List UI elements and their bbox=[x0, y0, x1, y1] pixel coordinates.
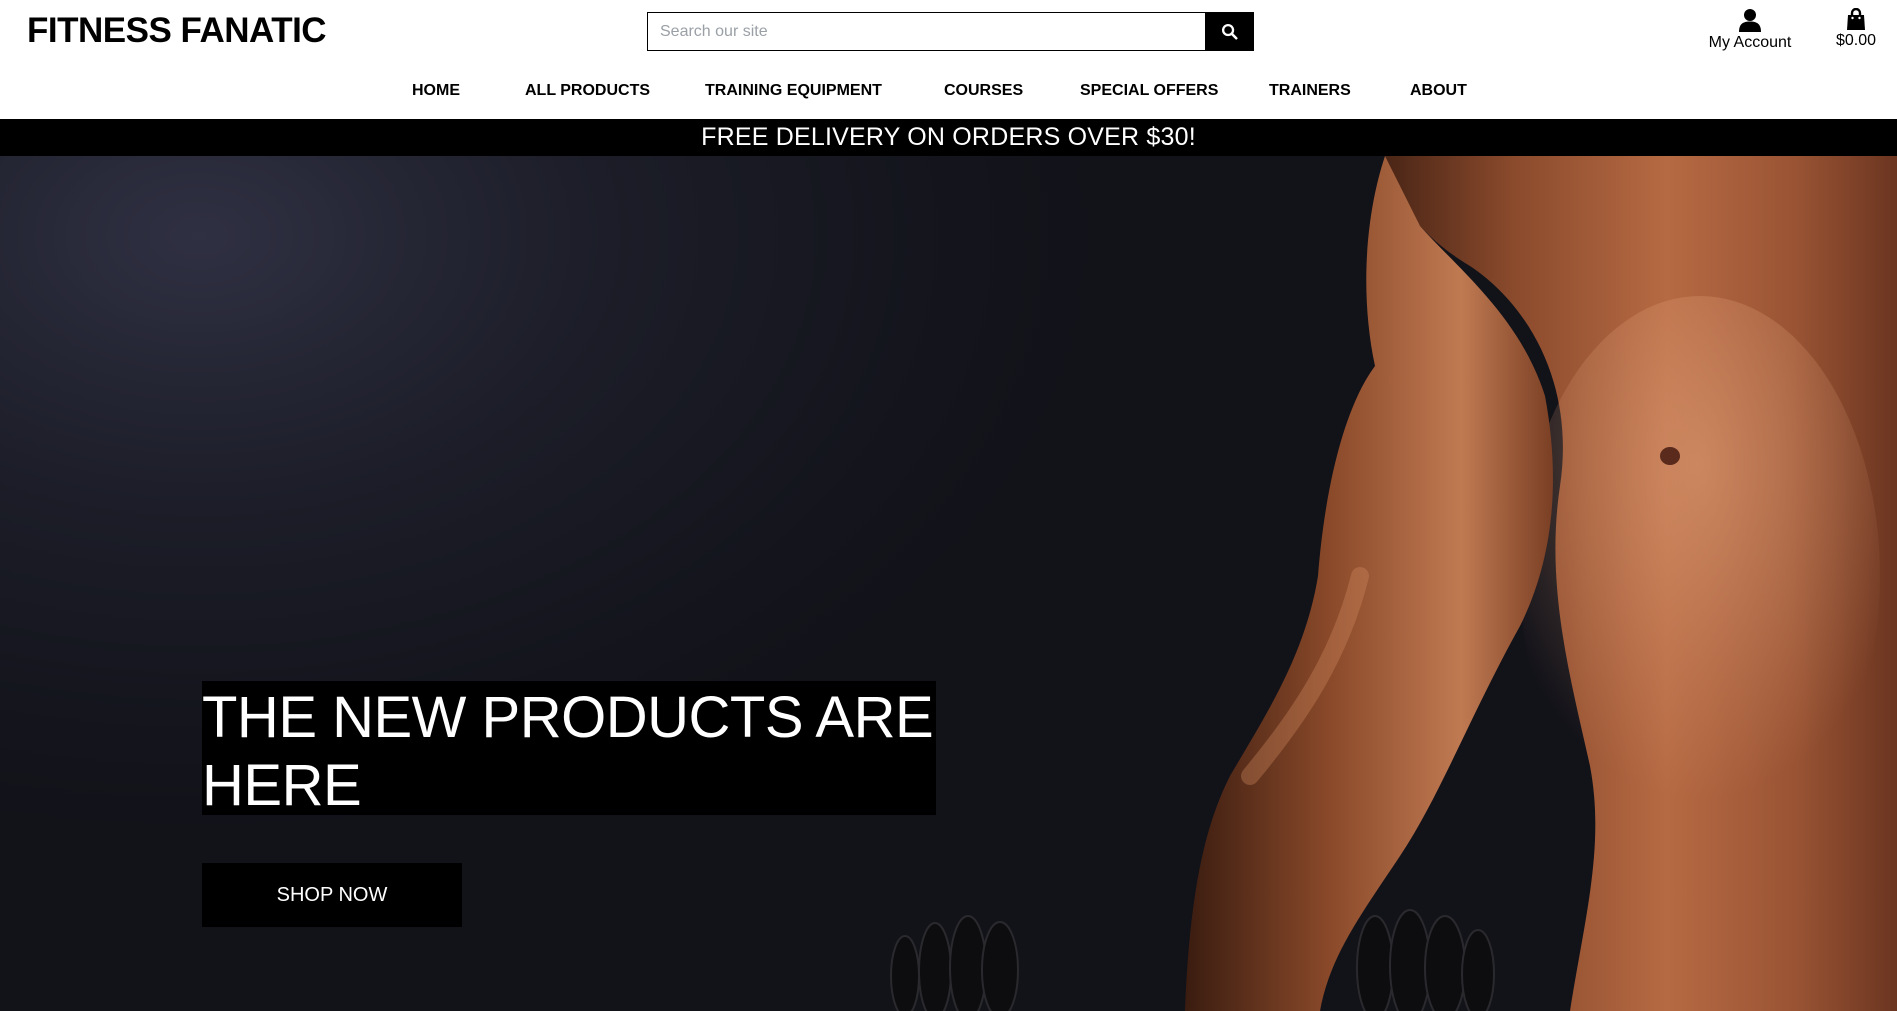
search-icon bbox=[1221, 23, 1238, 40]
nav-item-special-offers[interactable]: SPECIAL OFFERS bbox=[1080, 80, 1218, 102]
site-logo[interactable]: FITNESS FANATIC bbox=[27, 10, 327, 52]
search-button[interactable] bbox=[1205, 12, 1254, 51]
user-icon bbox=[1739, 9, 1761, 32]
search-input[interactable] bbox=[647, 12, 1205, 51]
nav-item-home[interactable]: HOME bbox=[412, 80, 460, 102]
shop-now-button[interactable]: SHOP NOW bbox=[202, 863, 462, 927]
hero-section: THE NEW PRODUCTS ARE HERE SHOP NOW bbox=[0, 156, 1897, 1011]
nav-item-all-products[interactable]: ALL PRODUCTS bbox=[525, 80, 650, 102]
main-nav: HOME ALL PRODUCTS TRAINING EQUIPMENT COU… bbox=[0, 80, 1897, 102]
bag-total: $0.00 bbox=[1835, 32, 1877, 49]
nav-item-about[interactable]: ABOUT bbox=[1410, 80, 1467, 102]
my-account-link[interactable]: My Account bbox=[1700, 8, 1800, 52]
shopping-bag-link[interactable]: $0.00 bbox=[1828, 8, 1884, 50]
my-account-label: My Account bbox=[1708, 34, 1792, 51]
site-header: FITNESS FANATIC My Account $0.00 HOME AL… bbox=[0, 0, 1897, 119]
hero-headline: THE NEW PRODUCTS ARE HERE bbox=[202, 681, 936, 815]
nav-item-training-equipment[interactable]: TRAINING EQUIPMENT bbox=[705, 80, 882, 102]
shopping-bag-icon bbox=[1847, 8, 1865, 30]
search-form bbox=[647, 12, 1254, 51]
nav-item-courses[interactable]: COURSES bbox=[944, 80, 1023, 102]
nav-item-trainers[interactable]: TRAINERS bbox=[1269, 80, 1351, 102]
free-delivery-banner: FREE DELIVERY ON ORDERS OVER $30! bbox=[0, 119, 1897, 156]
